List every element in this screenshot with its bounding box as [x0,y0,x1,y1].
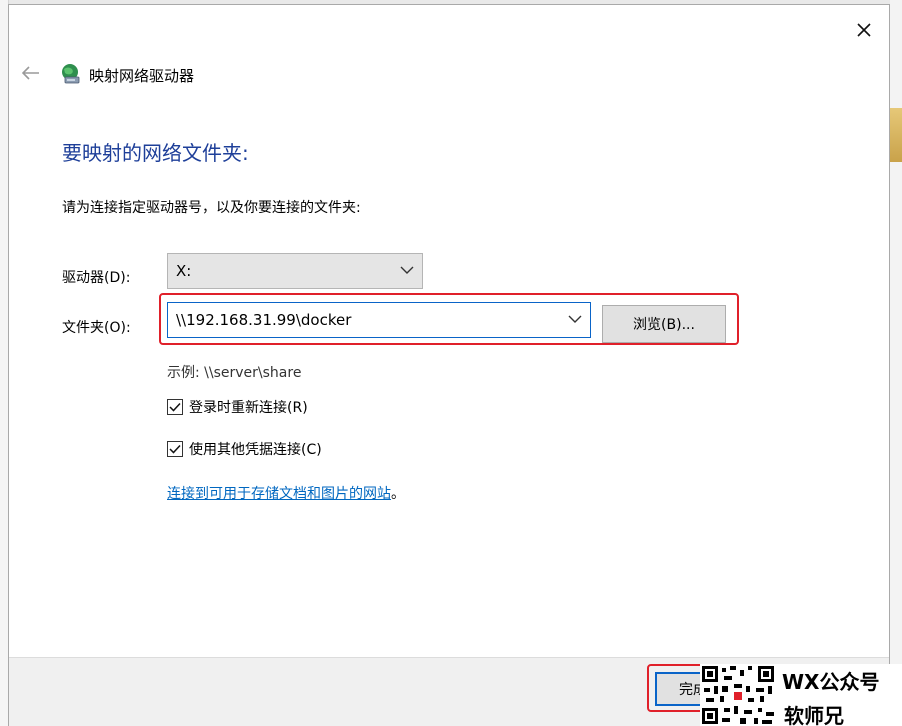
checkbox-box[interactable] [167,399,183,415]
link-text[interactable]: 连接到可用于存储文档和图片的网站 [167,486,391,502]
watermark-line2: 软师兄 [784,704,844,726]
link-suffix: 。 [391,486,405,502]
back-arrow-icon [22,66,39,80]
example-text: 示例: \\server\share [167,365,302,381]
drive-letter-value: X: [176,262,192,280]
watermark: WX公众号 软师兄 [700,664,902,726]
close-button[interactable] [849,15,879,45]
background-window-right [890,0,902,726]
window-title: 映射网络驱动器 [89,67,195,85]
checkmark-icon [169,402,181,412]
connect-to-website-link[interactable]: 连接到可用于存储文档和图片的网站。 [167,483,405,503]
qr-code-icon [700,664,776,726]
instructions-text: 请为连接指定驱动器号，以及你要连接的文件夹: [62,200,361,216]
drive-letter-select[interactable]: X: [167,253,423,289]
reconnect-at-signin-checkbox[interactable]: 登录时重新连接(R) [167,397,308,417]
checkbox-label: 使用其他凭据连接(C) [189,442,322,458]
browse-button[interactable]: 浏览(B)... [602,305,726,343]
checkbox-box[interactable] [167,441,183,457]
drive-label: 驱动器(D): [62,270,131,286]
page-heading: 要映射的网络文件夹: [62,141,249,165]
chevron-down-icon[interactable] [568,313,582,325]
checkbox-label: 登录时重新连接(R) [189,400,308,416]
close-icon [857,23,871,37]
watermark-line1: WX公众号 [782,670,880,694]
checkmark-icon [169,444,181,454]
chevron-down-icon [400,266,414,274]
network-drive-icon [62,64,80,84]
use-other-credentials-checkbox[interactable]: 使用其他凭据连接(C) [167,439,322,459]
folder-path-input[interactable] [168,310,558,330]
screen: 映射网络驱动器 要映射的网络文件夹: 请为连接指定驱动器号，以及你要连接的文件夹… [0,0,902,726]
folder-combobox[interactable] [167,302,591,338]
back-button[interactable] [19,61,43,85]
background-folder-strip [890,108,902,162]
map-network-drive-dialog: 映射网络驱动器 要映射的网络文件夹: 请为连接指定驱动器号，以及你要连接的文件夹… [8,4,890,726]
folder-label: 文件夹(O): [62,320,131,336]
